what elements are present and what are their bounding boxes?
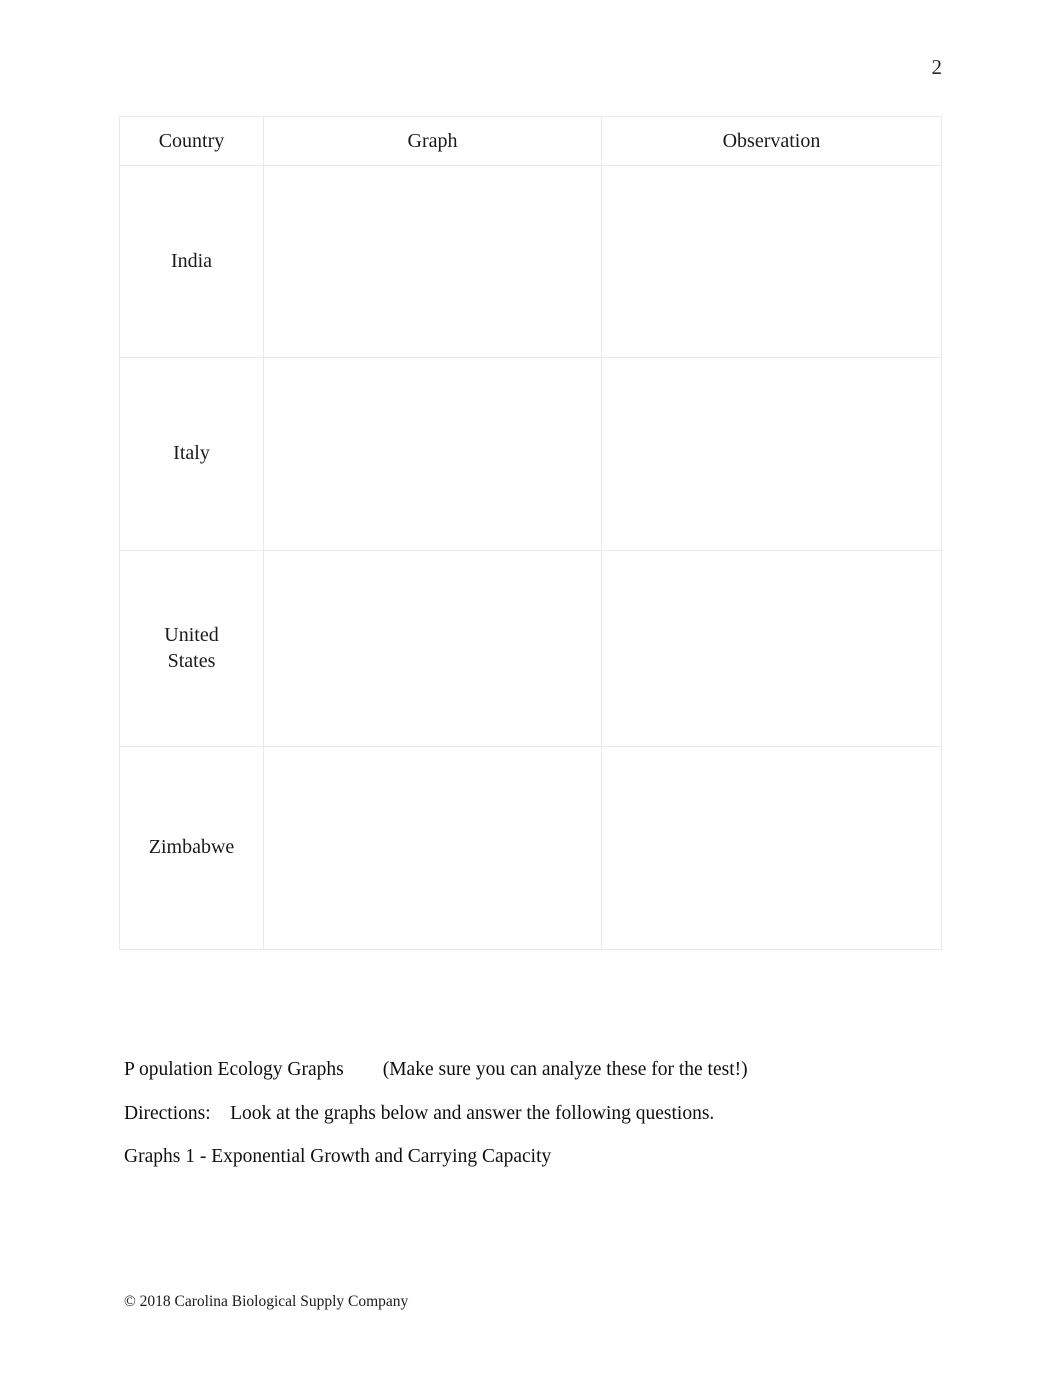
country-name-united-states: United States	[119, 550, 264, 747]
directions-text: Directions: Look at the graphs below and…	[124, 1102, 715, 1124]
country-name-zimbabwe: Zimbabwe	[119, 746, 264, 950]
column-header-observation: Observation	[601, 116, 942, 166]
column-header-graph: Graph	[263, 116, 602, 166]
table-header: Country Graph Observation	[119, 116, 942, 166]
observation-cell-zimbabwe[interactable]	[601, 746, 942, 950]
table-header-row: Country Graph Observation	[119, 116, 942, 166]
graph-cell-india[interactable]	[263, 165, 602, 358]
table-row: India	[119, 165, 942, 358]
graph-cell-zimbabwe[interactable]	[263, 746, 602, 950]
document-page: 2 Country Graph Observation India Italy …	[0, 0, 1062, 1377]
observation-cell-italy[interactable]	[601, 357, 942, 551]
observation-cell-united-states[interactable]	[601, 550, 942, 747]
country-name-india: India	[119, 165, 264, 358]
table-row: United States	[119, 550, 942, 747]
table-row: Zimbabwe	[119, 746, 942, 950]
observation-cell-india[interactable]	[601, 165, 942, 358]
country-observation-table: Country Graph Observation India Italy Un…	[119, 116, 942, 950]
table-body: India Italy United States Zimbabwe	[119, 165, 942, 950]
country-name-italy: Italy	[119, 357, 264, 551]
section-heading: P opulation Ecology Graphs (Make sure yo…	[124, 1059, 748, 1080]
graph-cell-united-states[interactable]	[263, 550, 602, 747]
graph-section-title: Graphs 1 - Exponential Growth and Carryi…	[124, 1146, 552, 1167]
copyright-footer: © 2018 Carolina Biological Supply Compan…	[124, 1293, 409, 1310]
column-header-country: Country	[119, 116, 264, 166]
country-observation-table-container: Country Graph Observation India Italy Un…	[119, 116, 942, 950]
table-row: Italy	[119, 357, 942, 551]
graph-cell-italy[interactable]	[263, 357, 602, 551]
instructions-section: P opulation Ecology Graphs (Make sure yo…	[124, 1060, 944, 1167]
page-number: 2	[931, 55, 943, 79]
